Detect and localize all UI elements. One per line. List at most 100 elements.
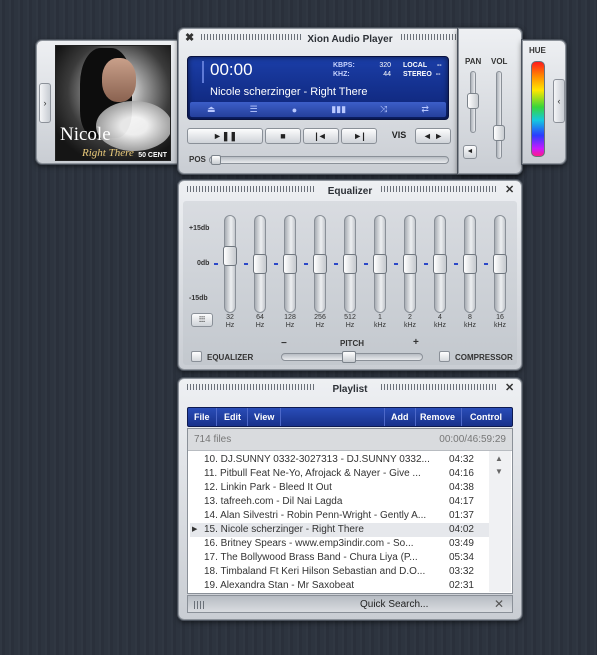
playlist-row[interactable]: 18. Timbaland Ft Keri Hilson Sebastian a…	[190, 565, 490, 579]
collapse-right-button[interactable]: ‹	[553, 79, 565, 123]
close-icon[interactable]: ✕	[505, 381, 514, 394]
eq-band-slider[interactable]: 128 Hz	[279, 215, 301, 331]
playlist-scrollbar[interactable]: ▲ ▼	[489, 451, 511, 592]
stop-button[interactable]: ■	[265, 128, 301, 144]
next-button[interactable]: ►|	[341, 128, 377, 144]
db-label: +15db	[189, 225, 210, 232]
eq-presets-button[interactable]: ⫶⫶⫶	[191, 313, 213, 327]
pitch-slider-knob[interactable]	[342, 351, 356, 363]
compressor-checkbox[interactable]	[439, 351, 450, 362]
eq-band-knob[interactable]	[373, 254, 387, 274]
title-grip	[381, 384, 497, 390]
menu-view[interactable]: View	[248, 408, 282, 426]
eq-band-frequency: 1	[378, 314, 382, 321]
menu-edit[interactable]: Edit	[218, 408, 248, 426]
playlist-row[interactable]: 10. DJ.SUNNY 0332-3027313 - DJ.SUNNY 033…	[190, 453, 490, 467]
time-readout[interactable]: 00:00	[210, 60, 253, 80]
hue-panel: HUE ‹	[522, 40, 566, 164]
record-icon[interactable]: ●	[292, 105, 297, 115]
playlist-row[interactable]: 19. Alexandra Stan - Mr Saxobeat 02:31	[190, 579, 490, 593]
playlist-row[interactable]: 13. tafreeh.com - Dil Nai Lagda 04:17	[190, 495, 490, 509]
playlist-row[interactable]: ▶ 15. Nicole scherzinger - Right There 04:…	[190, 523, 490, 537]
eq-band-slider[interactable]: 64 Hz	[249, 215, 271, 331]
vis-label: VIS	[391, 130, 407, 140]
compressor-label: COMPRESSOR	[455, 353, 513, 362]
shuffle-icon[interactable]: ⤨	[380, 104, 387, 115]
scroll-up-icon[interactable]: ▲	[495, 454, 503, 463]
eq-band-unit: Hz	[225, 322, 235, 329]
eq-band-knob[interactable]	[493, 254, 507, 274]
track-name: 19. Alexandra Stan - Mr Saxobeat	[204, 580, 355, 591]
equalizer-checkbox[interactable]	[191, 351, 202, 362]
eq-zero-marker	[214, 263, 218, 265]
playlist-row[interactable]: 14. Alan Silvestri - Robin Penn-Wright -…	[190, 509, 490, 523]
eq-band-knob[interactable]	[313, 254, 327, 274]
eq-band-knob[interactable]	[433, 254, 447, 274]
eq-band-frequency: 8	[468, 314, 472, 321]
playlist-row[interactable]: 12. Linkin Park - Bleed It Out 04:38	[190, 481, 490, 495]
quick-search-field[interactable]: Quick Search...	[360, 599, 428, 610]
album-art-panel: › Nicole Right There 50 CENT	[36, 40, 182, 164]
mini-toggle-button[interactable]: ◄	[463, 145, 477, 159]
pan-label: PAN	[465, 57, 482, 66]
play-pause-button[interactable]: ►❚❚	[187, 128, 263, 144]
stream-info: KBPS: 320 KHZ: 44	[333, 61, 391, 79]
playlist-row[interactable]: 16. Britney Spears - www.emp3indir.com -…	[190, 537, 490, 551]
eq-zero-marker	[244, 263, 248, 265]
playlist-row[interactable]: 11. Pitbull Feat Ne-Yo, Afrojack & Nayer…	[190, 467, 490, 481]
volume-slider[interactable]	[496, 71, 502, 159]
eq-band-slider[interactable]: 1 kHz	[369, 215, 391, 331]
display-divider	[202, 61, 204, 83]
eq-band-knob[interactable]	[283, 254, 297, 274]
eq-band-knob[interactable]	[253, 254, 267, 274]
resize-grip[interactable]	[194, 601, 204, 609]
eq-band-slider[interactable]: 32 Hz	[219, 215, 241, 331]
track-name: 12. Linkin Park - Bleed It Out	[204, 482, 332, 493]
menu-remove[interactable]: Remove	[414, 408, 463, 426]
eq-zero-marker	[394, 263, 398, 265]
eq-band-knob[interactable]	[343, 254, 357, 274]
eq-band-frequency: 256	[314, 314, 326, 321]
repeat-icon[interactable]: ⇄	[421, 104, 429, 115]
db-label: 0db	[197, 260, 210, 267]
hue-slider[interactable]	[531, 61, 545, 157]
eq-band-slider[interactable]: 2 kHz	[399, 215, 421, 331]
menu-add[interactable]: Add	[384, 408, 416, 426]
scroll-down-icon[interactable]: ▼	[495, 467, 503, 476]
equalizer-icon[interactable]: ▮▮▮	[331, 104, 346, 115]
now-playing-icon: ▶	[192, 526, 198, 533]
eq-band-knob[interactable]	[463, 254, 477, 274]
equalizer-body: +15db 0db -15db 32 Hz 64 Hz 128 Hz 256 Hz 512 Hz 1…	[183, 201, 517, 365]
art-title-text: Nicole	[60, 124, 111, 145]
track-name: 15. Nicole scherzinger - Right There	[204, 524, 364, 535]
eq-band-frequency: 64	[256, 314, 264, 321]
position-label: POS	[189, 155, 206, 164]
track-name: 14. Alan Silvestri - Robin Penn-Wright -…	[204, 510, 427, 521]
eq-band-knob[interactable]	[403, 254, 417, 274]
clear-search-icon[interactable]: ✕	[494, 597, 504, 611]
playlist-list: 714 files 00:00/46:59:29 10. DJ.SUNNY 03…	[187, 428, 513, 594]
position-slider-knob[interactable]	[211, 155, 221, 165]
eq-band-frequency: 128	[284, 314, 296, 321]
position-slider[interactable]	[209, 156, 449, 164]
pan-slider-knob[interactable]	[467, 93, 479, 109]
menu-file[interactable]: File	[188, 408, 217, 426]
eject-icon[interactable]: ⏏	[207, 104, 216, 115]
close-icon[interactable]: ✕	[505, 183, 514, 196]
eq-band-label: 64 Hz	[249, 314, 271, 330]
previous-button[interactable]: |◄	[303, 128, 339, 144]
vis-nav-button[interactable]: ◄ ►	[415, 128, 451, 144]
collapse-left-button[interactable]: ›	[39, 83, 51, 123]
eq-band-slider[interactable]: 4 kHz	[429, 215, 451, 331]
menu-control[interactable]: Control	[464, 408, 508, 426]
pitch-label: PITCH	[340, 339, 364, 348]
eq-zero-marker	[424, 263, 428, 265]
playlist-row[interactable]: 17. The Bollywood Brass Band - Chura Liy…	[190, 551, 490, 565]
eq-band-slider[interactable]: 512 Hz	[339, 215, 361, 331]
eq-band-knob[interactable]	[223, 246, 237, 267]
eq-band-slider[interactable]: 8 kHz	[459, 215, 481, 331]
eq-band-slider[interactable]: 16 kHz	[489, 215, 511, 331]
playlist-icon[interactable]: ☰	[250, 104, 258, 115]
volume-slider-knob[interactable]	[493, 125, 505, 141]
eq-band-slider[interactable]: 256 Hz	[309, 215, 331, 331]
